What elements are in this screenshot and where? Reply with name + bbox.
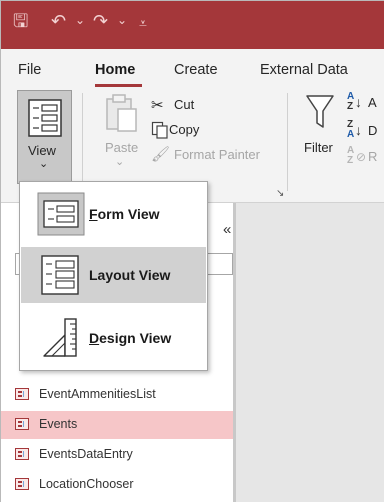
- form-icon: [15, 418, 29, 430]
- copy-button[interactable]: Copy: [169, 122, 199, 137]
- nav-item-events-data-entry[interactable]: EventsDataEntry: [1, 441, 233, 469]
- view-label: View: [28, 143, 56, 158]
- undo-dropdown-icon[interactable]: ⌄: [75, 10, 85, 30]
- nav-item-label: LocationChooser: [39, 477, 134, 491]
- nav-item-location-chooser[interactable]: LocationChooser: [1, 471, 233, 499]
- view-dropdown-icon: ⌄: [39, 158, 49, 170]
- save-icon[interactable]: 🖫: [13, 11, 28, 31]
- tab-home[interactable]: Home: [95, 62, 135, 78]
- paste-dropdown-icon[interactable]: ⌄: [115, 155, 124, 168]
- collapse-pane-icon[interactable]: «: [223, 221, 231, 238]
- title-bar: 🖫 ↶ ⌄ ↷ ⌄ ⩡: [1, 1, 384, 49]
- format-painter-icon: 🖌: [151, 146, 171, 163]
- paste-label[interactable]: Paste: [105, 140, 138, 155]
- sort-descending-icon[interactable]: Z A ↓ D: [347, 119, 384, 143]
- sort-ascending-icon[interactable]: A Z ↓ A: [347, 91, 384, 115]
- view-form-icon: [28, 99, 62, 137]
- form-icon: [15, 388, 29, 400]
- view-button[interactable]: View ⌄: [17, 90, 72, 184]
- tab-external-data[interactable]: External Data: [260, 62, 348, 78]
- menu-item-label: Layout View: [89, 267, 171, 283]
- redo-dropdown-icon[interactable]: ⌄: [117, 10, 127, 30]
- clipboard-dialog-launcher-icon[interactable]: ↘: [276, 188, 284, 199]
- menu-item-label: Design View: [89, 330, 172, 346]
- cut-icon: ✂: [151, 97, 164, 114]
- group-separator: [82, 93, 83, 191]
- menu-item-label: Form View: [89, 206, 160, 222]
- menu-item-design-view[interactable]: Design View: [21, 310, 206, 366]
- menu-item-form-view[interactable]: Form View: [21, 186, 206, 242]
- undo-icon[interactable]: ↶: [51, 11, 66, 31]
- paste-icon: [106, 94, 137, 132]
- ribbon-tab-strip: File Home Create External Data: [1, 49, 384, 87]
- menu-item-layout-view[interactable]: Layout View: [21, 247, 206, 303]
- design-view-icon: [43, 318, 77, 357]
- format-painter-button[interactable]: Format Painter: [174, 147, 260, 162]
- filter-icon: [306, 95, 334, 128]
- nav-item-event-ammenities-list[interactable]: EventAmmenitiesList: [1, 381, 233, 409]
- form-icon: [15, 448, 29, 460]
- cut-button[interactable]: Cut: [174, 97, 194, 112]
- nav-item-label: EventAmmenitiesList: [39, 387, 156, 401]
- pane-splitter[interactable]: [233, 203, 236, 502]
- layout-view-icon: [41, 255, 79, 295]
- customize-toolbar-icon[interactable]: ⩡: [139, 13, 147, 33]
- group-separator: [287, 93, 288, 191]
- tab-file[interactable]: File: [18, 62, 41, 78]
- remove-sort-icon[interactable]: A Z ⊘ R: [347, 145, 384, 169]
- view-dropdown-menu: Form View Layout View Design View: [19, 181, 208, 371]
- nav-item-label: Events: [39, 417, 78, 431]
- document-area: [233, 203, 384, 502]
- form-view-icon: [37, 192, 85, 236]
- tab-create[interactable]: Create: [174, 62, 218, 78]
- filter-button[interactable]: Filter: [304, 140, 333, 155]
- copy-icon: [151, 121, 168, 139]
- form-icon: [15, 478, 29, 490]
- nav-item-events[interactable]: Events: [1, 411, 233, 439]
- redo-icon[interactable]: ↷: [93, 11, 108, 31]
- nav-item-label: EventsDataEntry: [39, 447, 133, 461]
